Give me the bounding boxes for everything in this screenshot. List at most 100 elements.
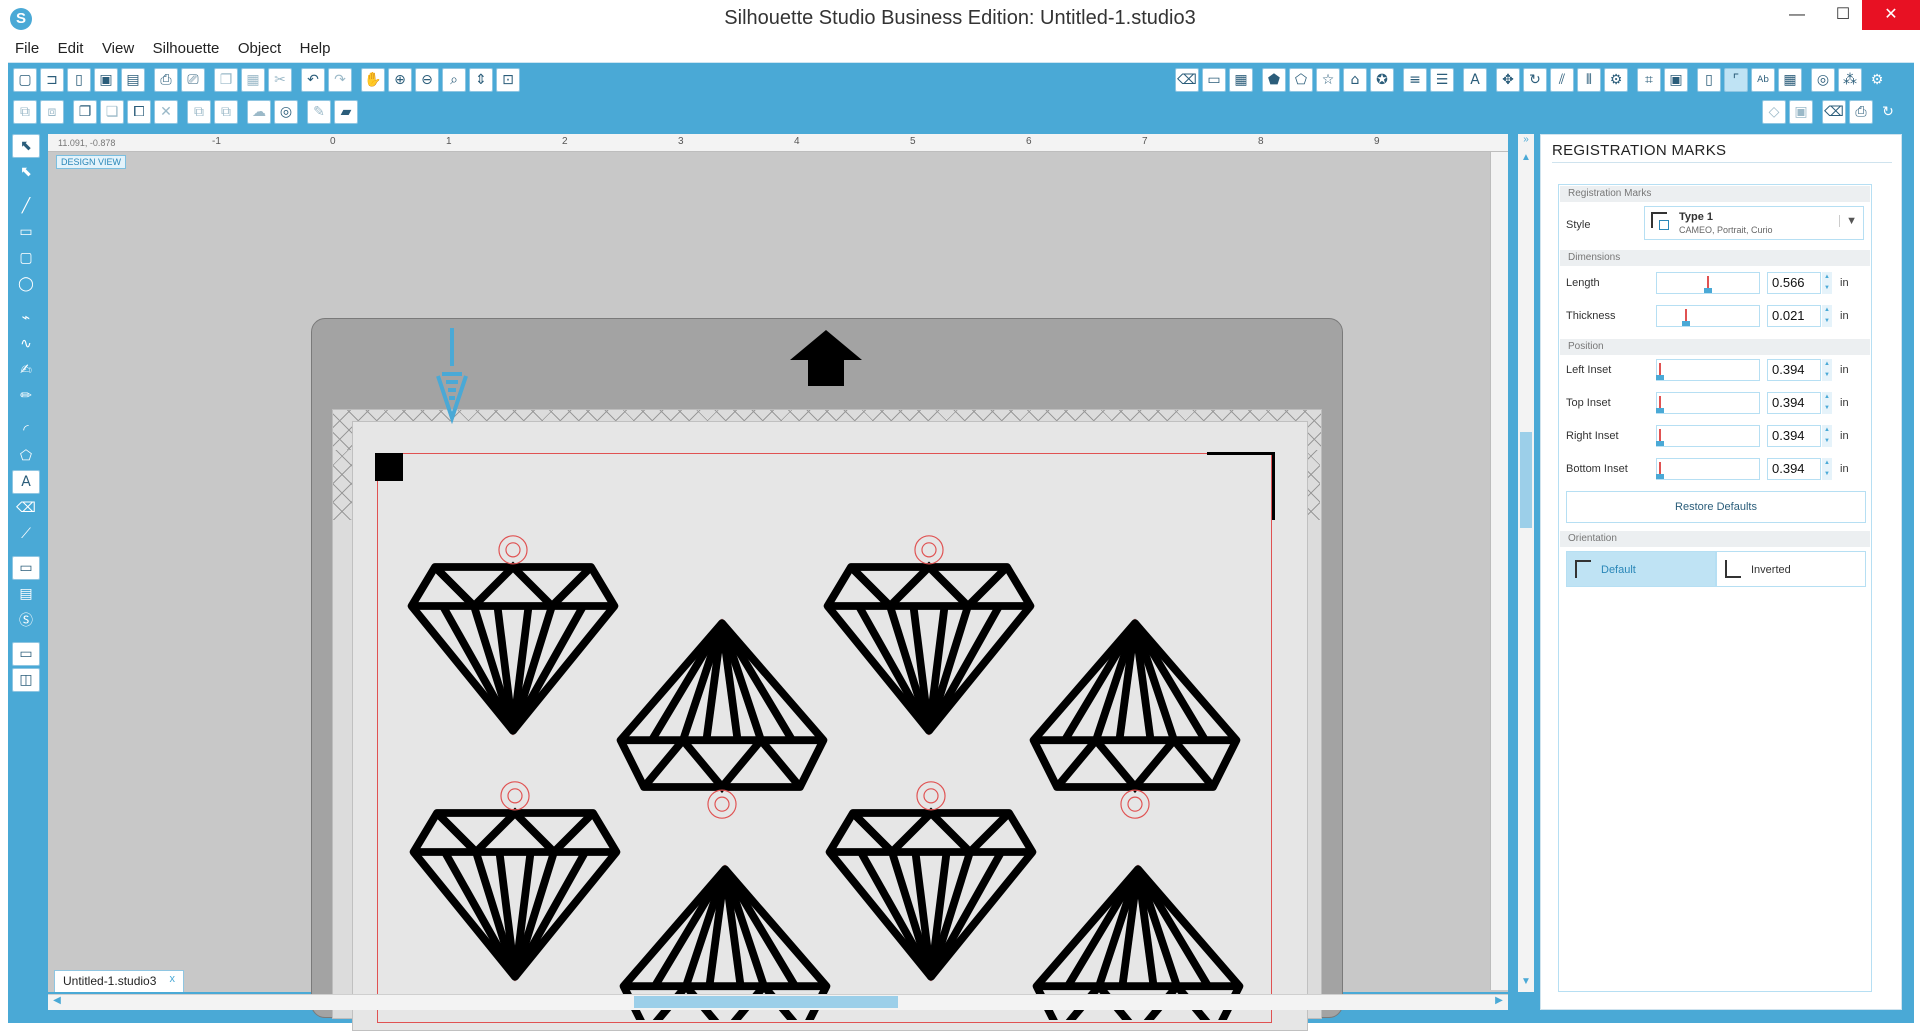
library-book-icon[interactable]: ▤ bbox=[12, 582, 40, 606]
scroll-right-icon[interactable]: ▶ bbox=[1492, 995, 1506, 1009]
collapse-panel-icon[interactable]: » bbox=[1518, 134, 1534, 148]
send-to-silhouette-icon[interactable]: ⎙ bbox=[1849, 100, 1873, 124]
new-document-icon[interactable]: ▢ bbox=[13, 68, 37, 92]
bottom-inset-spinner[interactable]: ▲ ▼ bbox=[1822, 458, 1832, 480]
transform-icon[interactable]: ✥ bbox=[1496, 68, 1520, 92]
select-tool-icon[interactable]: ⬉ bbox=[12, 134, 40, 158]
duplicate-right-icon[interactable]: ⧉ bbox=[214, 100, 238, 124]
right-inset-slider[interactable] bbox=[1656, 425, 1760, 447]
nesting-icon[interactable]: ▦ bbox=[1778, 68, 1802, 92]
zoom-out-icon[interactable]: ⊖ bbox=[415, 68, 439, 92]
redo-icon[interactable]: ↷ bbox=[328, 68, 352, 92]
maximize-button[interactable]: ☐ bbox=[1820, 0, 1866, 30]
curve-tool-icon[interactable]: ∿ bbox=[12, 332, 40, 356]
replicate-icon[interactable]: ⚙ bbox=[1604, 68, 1628, 92]
layers-icon[interactable]: ▰ bbox=[334, 100, 358, 124]
diamond-designs[interactable] bbox=[370, 500, 1270, 1020]
rotate-icon[interactable]: ↻ bbox=[1523, 68, 1547, 92]
library-icon[interactable]: ▯ bbox=[67, 68, 91, 92]
thickness-slider[interactable] bbox=[1656, 305, 1760, 327]
ellipse-tool-icon[interactable]: ◯ bbox=[12, 272, 40, 296]
scroll-up-icon[interactable]: ▲ bbox=[1518, 152, 1534, 166]
align-icon[interactable]: ⫴ bbox=[1577, 68, 1601, 92]
point-edit-tool-icon[interactable]: ⬉ bbox=[12, 160, 40, 184]
style-dropdown[interactable]: Type 1 CAMEO, Portrait, Curio ▼ bbox=[1644, 206, 1864, 240]
offset-icon[interactable]: ▣ bbox=[1664, 68, 1688, 92]
copy-icon[interactable]: ❐ bbox=[214, 68, 238, 92]
eraser-icon[interactable]: ⌫ bbox=[1822, 100, 1846, 124]
print-icon[interactable]: ⎙ bbox=[154, 68, 178, 92]
vertical-scroll-thumb[interactable] bbox=[1520, 432, 1532, 528]
close-tab-icon[interactable]: x bbox=[170, 973, 176, 985]
fit-to-page-icon[interactable]: ⊡ bbox=[496, 68, 520, 92]
settings-gear-icon[interactable]: ⚙ bbox=[1865, 68, 1889, 92]
thickness-input[interactable]: 0.021 bbox=[1767, 305, 1821, 327]
menu-file[interactable]: File bbox=[8, 37, 46, 60]
bring-to-front-icon[interactable]: ⧠ bbox=[127, 100, 151, 124]
left-inset-spinner[interactable]: ▲ ▼ bbox=[1822, 359, 1832, 381]
split-view-icon[interactable]: ◫ bbox=[12, 668, 40, 692]
zoom-selection-icon[interactable]: ⌕ bbox=[442, 68, 466, 92]
save-icon[interactable]: ▣ bbox=[94, 68, 118, 92]
trace-icon[interactable]: ⌗ bbox=[1637, 68, 1661, 92]
undo-icon[interactable]: ↶ bbox=[301, 68, 325, 92]
eraser-tool-icon[interactable]: ⌫ bbox=[12, 496, 40, 520]
bottom-inset-input[interactable]: 0.394 bbox=[1767, 458, 1821, 480]
print-preview-icon[interactable]: ▣ bbox=[1789, 100, 1813, 124]
length-input[interactable]: 0.566 bbox=[1767, 272, 1821, 294]
line-color-icon[interactable]: ⬠ bbox=[1289, 68, 1313, 92]
sketch-icon[interactable]: ⁂ bbox=[1838, 68, 1862, 92]
menu-help[interactable]: Help bbox=[293, 37, 338, 60]
orientation-inverted-option[interactable]: Inverted bbox=[1716, 551, 1866, 587]
polyline-tool-icon[interactable]: ⌁ bbox=[12, 306, 40, 330]
length-spinner[interactable]: ▲ ▼ bbox=[1822, 272, 1832, 294]
save-to-library-icon[interactable]: ▤ bbox=[121, 68, 145, 92]
vertical-scrollbar[interactable] bbox=[1518, 134, 1534, 992]
offset-tool-icon[interactable]: ◎ bbox=[274, 100, 298, 124]
restore-defaults-button[interactable]: Restore Defaults bbox=[1566, 491, 1866, 523]
delete-icon[interactable]: ✕ bbox=[154, 100, 178, 124]
bottom-inset-slider[interactable] bbox=[1656, 458, 1760, 480]
weld-icon[interactable]: ☁ bbox=[247, 100, 271, 124]
gradient-icon[interactable]: ☆ bbox=[1316, 68, 1340, 92]
library-store-icon[interactable]: ◇ bbox=[1762, 100, 1786, 124]
left-inset-input[interactable]: 0.394 bbox=[1767, 359, 1821, 381]
text-tool-icon[interactable]: A bbox=[12, 470, 40, 494]
thickness-spinner[interactable]: ▲ ▼ bbox=[1822, 305, 1832, 327]
minimize-button[interactable]: — bbox=[1774, 0, 1820, 30]
line-tool-icon[interactable]: ╱ bbox=[12, 194, 40, 218]
group-icon[interactable]: ⧉ bbox=[13, 100, 37, 124]
drag-zoom-icon[interactable]: ⇕ bbox=[469, 68, 493, 92]
pan-hand-icon[interactable]: ✋ bbox=[361, 68, 385, 92]
single-view-icon[interactable]: ▭ bbox=[12, 642, 40, 666]
open-folder-icon[interactable]: ⊐ bbox=[40, 68, 64, 92]
document-tab[interactable]: Untitled-1.studio3 x bbox=[54, 970, 184, 992]
make-compound-path-icon[interactable]: ❐ bbox=[73, 100, 97, 124]
right-inset-input[interactable]: 0.394 bbox=[1767, 425, 1821, 447]
knife-tool-icon[interactable]: ⟋ bbox=[12, 522, 40, 546]
menu-object[interactable]: Object bbox=[231, 37, 288, 60]
top-inset-input[interactable]: 0.394 bbox=[1767, 392, 1821, 414]
ungroup-icon[interactable]: ⧈ bbox=[40, 100, 64, 124]
eraser-panel-icon[interactable]: ⌫ bbox=[1175, 68, 1199, 92]
scroll-left-icon[interactable]: ◀ bbox=[50, 995, 64, 1009]
effects-icon[interactable]: ✪ bbox=[1370, 68, 1394, 92]
menu-edit[interactable]: Edit bbox=[51, 37, 91, 60]
print-and-cut-icon[interactable]: ⎚ bbox=[181, 68, 205, 92]
smooth-freehand-tool-icon[interactable]: ✏ bbox=[12, 384, 40, 408]
page-panel-icon[interactable]: ▯ bbox=[1697, 68, 1721, 92]
rhinestone-icon[interactable]: ◎ bbox=[1811, 68, 1835, 92]
fill-color-icon[interactable]: ⬟ bbox=[1262, 68, 1286, 92]
top-inset-slider[interactable] bbox=[1656, 392, 1760, 414]
shear-icon[interactable]: ⫽ bbox=[1550, 68, 1574, 92]
top-inset-spinner[interactable]: ▲ ▼ bbox=[1822, 392, 1832, 414]
pattern-icon[interactable]: ⌂ bbox=[1343, 68, 1367, 92]
text-style-icon[interactable]: A bbox=[1463, 68, 1487, 92]
refresh-icon[interactable]: ↻ bbox=[1876, 100, 1900, 124]
chevron-down-icon[interactable]: ▼ bbox=[1839, 215, 1857, 227]
release-compound-path-icon[interactable]: ❏ bbox=[100, 100, 124, 124]
text-to-path-icon[interactable]: Ab bbox=[1751, 68, 1775, 92]
duplicate-left-icon[interactable]: ⧉ bbox=[187, 100, 211, 124]
paste-icon[interactable]: ▦ bbox=[241, 68, 265, 92]
line-style-icon[interactable]: ≡ bbox=[1403, 68, 1427, 92]
